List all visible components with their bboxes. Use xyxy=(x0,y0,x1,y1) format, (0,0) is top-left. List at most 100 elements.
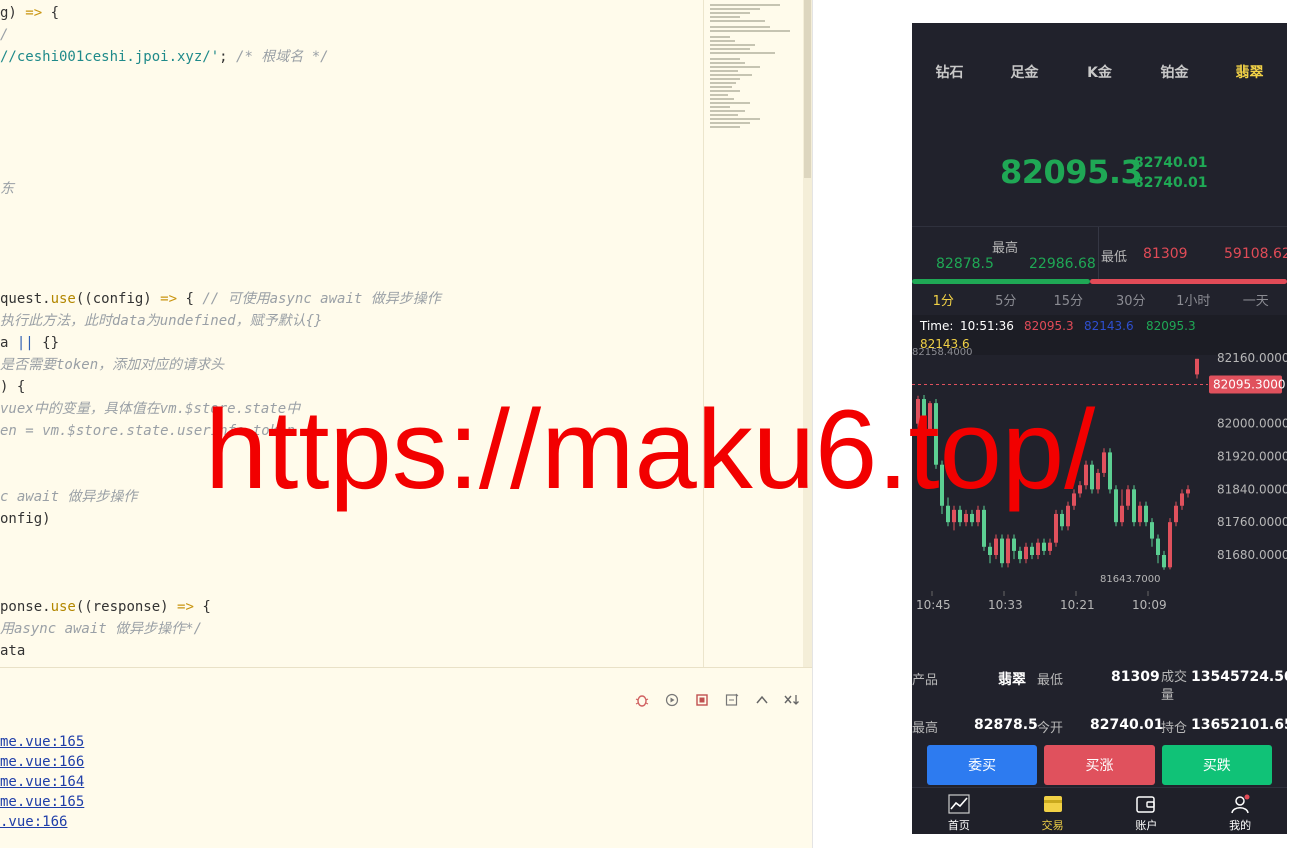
buy-down-button[interactable]: 买跌 xyxy=(1161,745,1272,785)
tab-product[interactable]: 翡翠 xyxy=(1212,53,1287,93)
minimap-line xyxy=(710,102,750,104)
bottom-nav: 首页 交易 账户 我的 xyxy=(912,787,1287,834)
detail-open-label: 今开 xyxy=(1037,721,1064,736)
code-line[interactable]: 执行此方法，此时data为undefined，赋予默认{} xyxy=(0,310,322,332)
kinfo-value-3: 82095.3 xyxy=(1146,319,1196,333)
clear-console-icon[interactable] xyxy=(724,692,740,708)
watermark-url: https://maku6.top/ xyxy=(205,387,1096,512)
code-token: 是否需要token，添加对应的请求头 xyxy=(0,357,225,373)
candle xyxy=(1150,518,1154,547)
low-label: 最低 xyxy=(1101,250,1128,265)
step-icon[interactable] xyxy=(664,692,680,708)
code-token: a xyxy=(0,335,17,351)
code-line[interactable]: //ceshi001ceshi.jpoi.xyz/'; /* 根域名 */ xyxy=(0,46,329,68)
nav-item[interactable]: 首页 xyxy=(912,788,1006,834)
candle xyxy=(988,542,992,564)
code-line[interactable]: ata xyxy=(0,640,25,662)
tab-period[interactable]: 1分 xyxy=(912,289,975,315)
tab-period[interactable]: 1小时 xyxy=(1162,289,1225,315)
debug-icon[interactable] xyxy=(634,692,650,708)
minimap-line xyxy=(710,40,735,42)
minimap-line xyxy=(710,118,760,120)
candle xyxy=(1186,485,1190,498)
code-editor[interactable]: g) => {/ //ceshi001ceshi.jpoi.xyz/'; /* 根… xyxy=(0,0,812,667)
tab-product[interactable]: 铂金 xyxy=(1137,53,1212,93)
code-token: { xyxy=(193,599,211,615)
code-token: //ceshi001ceshi.jpoi.xyz/' xyxy=(0,49,220,65)
code-line[interactable]: a || {} xyxy=(0,332,59,354)
code-line[interactable]: onfig) xyxy=(0,508,51,530)
code-line[interactable]: 东 xyxy=(0,178,14,200)
candle xyxy=(994,534,998,560)
minimap-line xyxy=(710,82,736,84)
close-panel-icon[interactable] xyxy=(784,692,800,708)
minimap-line xyxy=(710,4,780,6)
nav-label: 我的 xyxy=(1229,819,1252,832)
y-tick-label: 81680.0000 xyxy=(1217,548,1287,562)
minimap-line xyxy=(710,44,755,46)
detail-low-value: 81309 xyxy=(1111,669,1160,685)
tab-period[interactable]: 30分 xyxy=(1100,289,1163,315)
console-source-link[interactable]: me.vue:164 xyxy=(0,772,84,792)
console-source-link[interactable]: .vue:166 xyxy=(0,812,67,832)
code-line[interactable]: ponse.use((response) => { xyxy=(0,596,211,618)
editor-scrollbar-thumb[interactable] xyxy=(804,0,811,178)
code-line[interactable]: c await 做异步操作 xyxy=(0,486,137,508)
tab-product[interactable]: 足金 xyxy=(987,53,1062,93)
minimap-line xyxy=(710,8,760,10)
detail-product-label: 产品 xyxy=(912,673,939,688)
candle xyxy=(1036,538,1040,560)
buy-up-button[interactable]: 买涨 xyxy=(1044,745,1155,785)
code-line[interactable]: g) => { xyxy=(0,2,59,24)
console-source-link[interactable]: me.vue:165 xyxy=(0,732,84,752)
chevron-up-icon[interactable] xyxy=(754,692,770,708)
console-source-link[interactable]: me.vue:165 xyxy=(0,792,84,812)
trade-buttons: 委买 买涨 买跌 xyxy=(927,745,1272,785)
code-area[interactable]: g) => {/ //ceshi001ceshi.jpoi.xyz/'; /* 根… xyxy=(0,0,703,667)
tab-product[interactable]: 钻石 xyxy=(912,53,987,93)
candle xyxy=(1180,489,1184,510)
code-token: => xyxy=(25,5,43,21)
candle xyxy=(1018,546,1022,564)
candle xyxy=(1126,485,1130,510)
candle xyxy=(1132,485,1136,527)
code-token: ) { xyxy=(0,379,26,395)
candle xyxy=(1174,501,1178,527)
minimap-line xyxy=(710,98,734,100)
nav-label: 首页 xyxy=(947,819,970,832)
detail-low-label: 最低 xyxy=(1037,673,1064,688)
code-line[interactable]: / xyxy=(0,24,8,46)
console-toolbar xyxy=(634,692,800,708)
nav-item[interactable]: 我的 xyxy=(1193,788,1287,834)
price-sub-2: 82740.01 xyxy=(1134,175,1208,191)
nav-label: 账户 xyxy=(1135,819,1158,832)
code-token: // 可使用async await 做异步操作 xyxy=(202,291,441,307)
user-icon xyxy=(1229,793,1251,815)
candle xyxy=(1162,550,1166,570)
tab-period[interactable]: 一天 xyxy=(1225,289,1288,315)
stop-icon[interactable] xyxy=(694,692,710,708)
high-value-2: 22986.68 xyxy=(1029,256,1096,272)
tab-period[interactable]: 15分 xyxy=(1037,289,1100,315)
code-line[interactable]: quest.use((config) => { // 可使用async awai… xyxy=(0,288,441,310)
code-token: use xyxy=(50,599,76,615)
price-sub-1: 82740.01 xyxy=(1134,155,1208,171)
tab-product[interactable]: K金 xyxy=(1062,53,1137,93)
code-line[interactable]: 用async await 做异步操作*/ xyxy=(0,618,202,640)
candle xyxy=(1102,448,1106,478)
minimap-line xyxy=(710,114,738,116)
minimap[interactable] xyxy=(703,0,803,667)
console-source-link[interactable]: me.vue:166 xyxy=(0,752,84,772)
tab-period[interactable]: 5分 xyxy=(975,289,1038,315)
nav-item[interactable]: 交易 xyxy=(1006,788,1100,834)
code-line[interactable]: ) { xyxy=(0,376,25,398)
nav-item[interactable]: 账户 xyxy=(1100,788,1194,834)
code-token: 东 xyxy=(0,181,14,197)
code-line[interactable]: 是否需要token，添加对应的请求头 xyxy=(0,354,224,376)
code-token: use xyxy=(50,291,76,307)
editor-scrollbar[interactable] xyxy=(803,0,812,667)
entrust-buy-button[interactable]: 委买 xyxy=(927,745,1038,785)
chart-home-icon xyxy=(948,793,970,815)
minimap-line xyxy=(710,12,750,14)
code-token: ((config) xyxy=(75,291,161,307)
